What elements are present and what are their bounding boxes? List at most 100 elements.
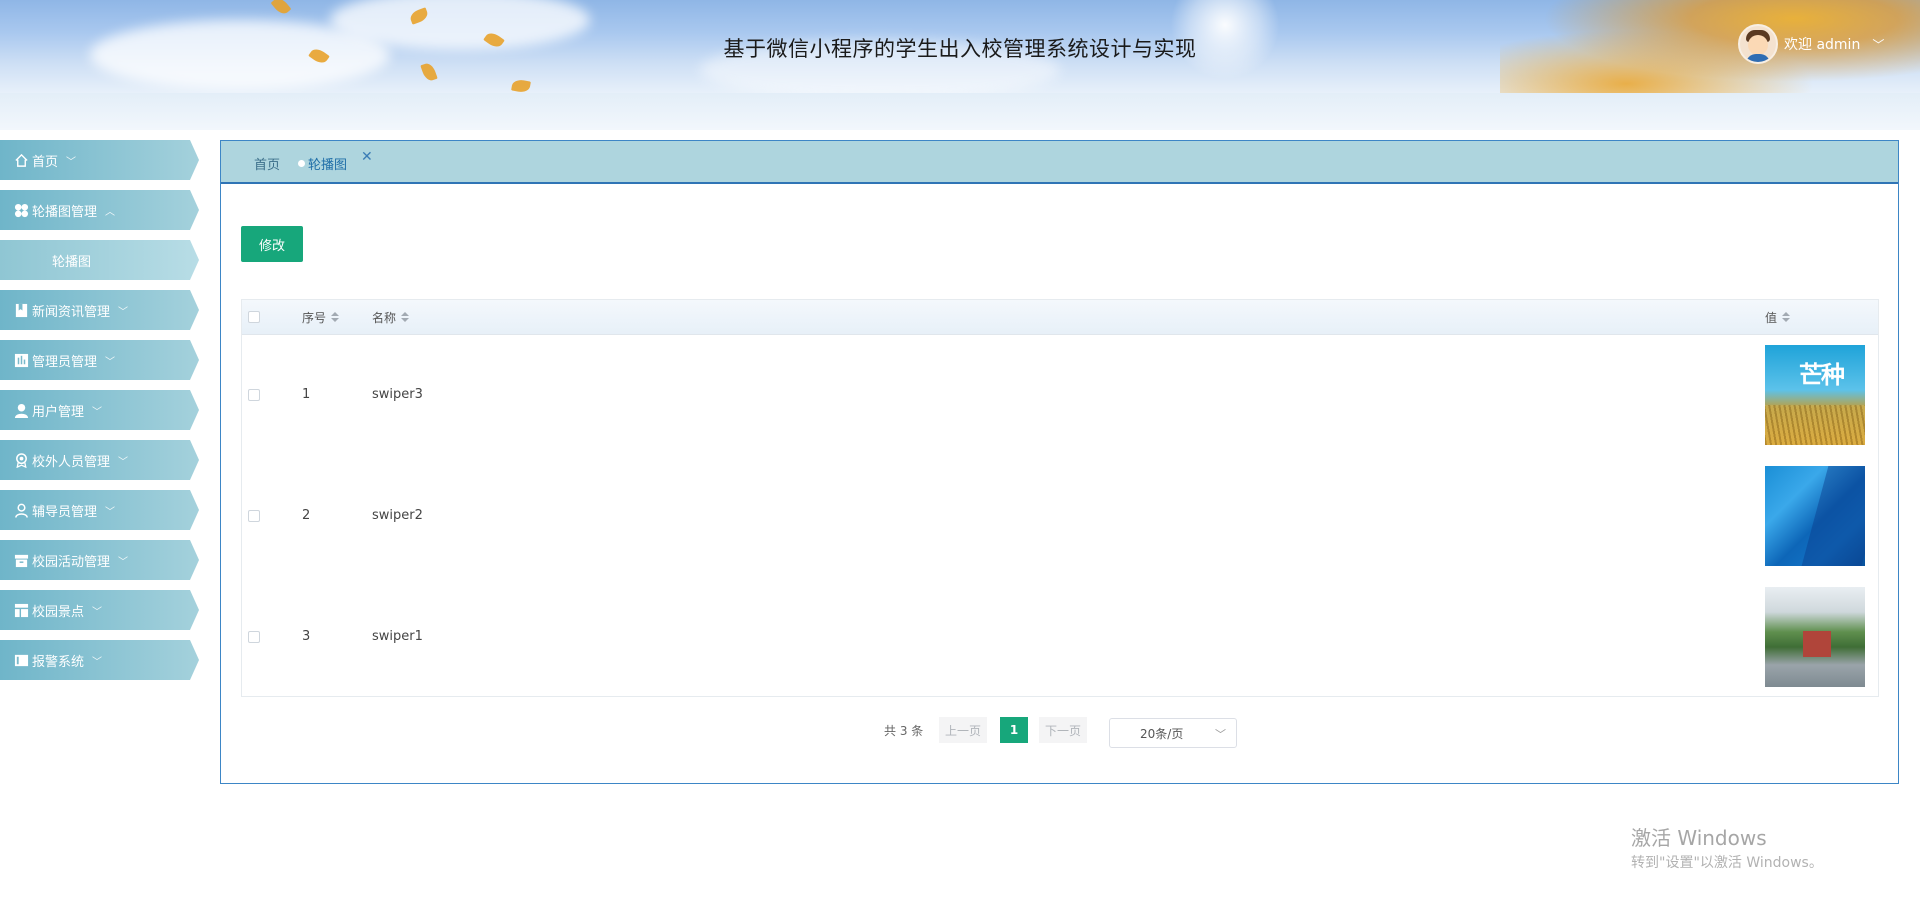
welcome-text: 欢迎 admin bbox=[1784, 37, 1861, 53]
table-row[interactable]: 2 swiper2 bbox=[242, 455, 1878, 576]
chevron-up-icon: ︿ bbox=[105, 206, 116, 218]
user-menu[interactable]: 欢迎 admin ﹀ bbox=[1738, 24, 1884, 64]
activation-watermark-hint: 转到"设置"以激活 Windows。 bbox=[1631, 855, 1823, 871]
chevron-down-icon: ﹀ bbox=[118, 306, 129, 318]
archive-icon bbox=[13, 552, 30, 569]
sidebar-item-label: 轮播图 bbox=[52, 254, 92, 270]
panel-icon bbox=[13, 652, 30, 669]
sidebar-item-label: 首页 bbox=[32, 154, 59, 170]
sidebar-item-users[interactable]: 用户管理 ﹀ bbox=[0, 390, 199, 430]
layout-icon bbox=[13, 602, 30, 619]
leaf-decoration bbox=[420, 61, 438, 83]
header-banner: 基于微信小程序的学生出入校管理系统设计与实现 欢迎 admin ﹀ bbox=[0, 0, 1920, 93]
row-name: swiper2 bbox=[372, 508, 423, 523]
column-label: 序号 bbox=[302, 310, 327, 325]
row-checkbox[interactable] bbox=[248, 630, 260, 643]
column-header-name[interactable]: 名称 bbox=[372, 300, 410, 334]
sidebar-item-alarm[interactable]: 报警系统 ﹀ bbox=[0, 640, 199, 680]
leaf-decoration bbox=[511, 78, 531, 93]
row-index: 1 bbox=[302, 387, 311, 402]
carousel-image-campus[interactable] bbox=[1765, 586, 1865, 687]
bookmark-icon bbox=[13, 302, 30, 319]
activation-watermark-title: 激活 Windows bbox=[1631, 826, 1767, 850]
user-icon bbox=[13, 402, 30, 419]
sidebar-item-label: 轮播图管理 bbox=[32, 204, 98, 220]
sort-icon[interactable] bbox=[401, 312, 410, 322]
sidebar-item-label: 报警系统 bbox=[32, 654, 85, 670]
sidebar-item-carousel-management[interactable]: 轮播图管理 ︿ bbox=[0, 190, 199, 230]
column-header-index[interactable]: 序号 bbox=[302, 300, 340, 334]
sidebar-item-admin[interactable]: 管理员管理 ﹀ bbox=[0, 340, 199, 380]
sort-icon[interactable] bbox=[331, 312, 340, 322]
home-icon bbox=[13, 152, 30, 169]
row-name: swiper3 bbox=[372, 387, 423, 402]
chevron-down-icon: ﹀ bbox=[118, 456, 129, 468]
row-checkbox[interactable] bbox=[248, 388, 260, 401]
carousel-image-blue-abstract[interactable] bbox=[1765, 465, 1865, 566]
row-select-cell bbox=[248, 334, 260, 455]
leaf-decoration bbox=[270, 0, 292, 17]
pagination-total: 共 3 条 bbox=[884, 723, 924, 738]
row-image-cell bbox=[1765, 576, 1865, 697]
row-index: 3 bbox=[302, 629, 311, 644]
close-icon[interactable]: ✕ bbox=[361, 149, 373, 165]
sidebar-item-attractions[interactable]: 校园景点 ﹀ bbox=[0, 590, 199, 630]
chevron-down-icon: ﹀ bbox=[118, 556, 129, 568]
chevron-down-icon: ﹀ bbox=[92, 656, 103, 668]
column-label: 名称 bbox=[372, 310, 397, 325]
sidebar-subitem-carousel[interactable]: 轮播图 bbox=[0, 240, 199, 280]
sidebar-item-label: 辅导员管理 bbox=[32, 504, 98, 520]
page-title: 基于微信小程序的学生出入校管理系统设计与实现 bbox=[723, 37, 1197, 61]
row-image-cell: 芒种 bbox=[1765, 334, 1865, 455]
sidebar-item-label: 新闻资讯管理 bbox=[32, 304, 111, 320]
sidebar-item-label: 用户管理 bbox=[32, 404, 85, 420]
tab-label: 轮播图 bbox=[308, 158, 348, 173]
sidebar-item-label: 校园活动管理 bbox=[32, 554, 111, 570]
column-label: 值 bbox=[1765, 310, 1778, 325]
chevron-down-icon: ﹀ bbox=[66, 156, 77, 168]
table-row[interactable]: 1 swiper3 芒种 bbox=[242, 334, 1878, 455]
data-table: 序号 名称 值 1 swiper3 芒种 2 swiper2 3 swiper1 bbox=[241, 299, 1879, 697]
sort-icon[interactable] bbox=[1782, 312, 1791, 322]
header-subbar bbox=[0, 93, 1920, 130]
row-checkbox[interactable] bbox=[248, 509, 260, 522]
sidebar-item-label: 校外人员管理 bbox=[32, 454, 111, 470]
row-name: swiper1 bbox=[372, 629, 423, 644]
user-outline-icon bbox=[13, 502, 30, 519]
sidebar-item-visitors[interactable]: 校外人员管理 ﹀ bbox=[0, 440, 199, 480]
select-all-cell bbox=[248, 300, 260, 334]
sidebar-item-activities[interactable]: 校园活动管理 ﹀ bbox=[0, 540, 199, 580]
sidebar-item-news[interactable]: 新闻资讯管理 ﹀ bbox=[0, 290, 199, 330]
sidebar-item-label: 校园景点 bbox=[32, 604, 85, 620]
badge-icon bbox=[13, 452, 30, 469]
avatar[interactable] bbox=[1738, 24, 1778, 64]
page-size-select[interactable]: 20条/页 ﹀ bbox=[1109, 718, 1237, 748]
tab-carousel[interactable]: 轮播图 bbox=[298, 154, 347, 173]
table-header: 序号 名称 值 bbox=[242, 300, 1878, 335]
edit-button[interactable]: 修改 bbox=[241, 226, 303, 262]
row-select-cell bbox=[248, 455, 260, 576]
sidebar-item-counselors[interactable]: 辅导员管理 ﹀ bbox=[0, 490, 199, 530]
tab-home[interactable]: 首页 bbox=[254, 154, 280, 173]
select-all-checkbox[interactable] bbox=[248, 311, 260, 323]
page-number-button[interactable]: 1 bbox=[1000, 717, 1028, 743]
bar-chart-icon bbox=[13, 352, 30, 369]
table-row[interactable]: 3 swiper1 bbox=[242, 576, 1878, 697]
clover-icon bbox=[13, 202, 30, 219]
chevron-down-icon: ﹀ bbox=[1215, 728, 1226, 741]
column-header-value[interactable]: 值 bbox=[1765, 300, 1791, 334]
row-image-cell bbox=[1765, 455, 1865, 576]
next-page-button[interactable]: 下一页 bbox=[1039, 717, 1088, 743]
active-dot-icon bbox=[298, 160, 305, 167]
row-select-cell bbox=[248, 576, 260, 697]
prev-page-button[interactable]: 上一页 bbox=[939, 717, 988, 743]
page-size-value: 20条/页 bbox=[1140, 726, 1184, 741]
chevron-down-icon: ﹀ bbox=[92, 406, 103, 418]
sidebar-item-home[interactable]: 首页 ﹀ bbox=[0, 140, 199, 180]
chevron-down-icon[interactable]: ﹀ bbox=[1872, 36, 1884, 53]
row-index: 2 bbox=[302, 508, 311, 523]
carousel-image-wheat[interactable]: 芒种 bbox=[1765, 344, 1865, 445]
chevron-down-icon: ﹀ bbox=[105, 506, 116, 518]
tab-bar: 首页 轮播图 ✕ bbox=[221, 141, 1898, 184]
chevron-down-icon: ﹀ bbox=[105, 356, 116, 368]
